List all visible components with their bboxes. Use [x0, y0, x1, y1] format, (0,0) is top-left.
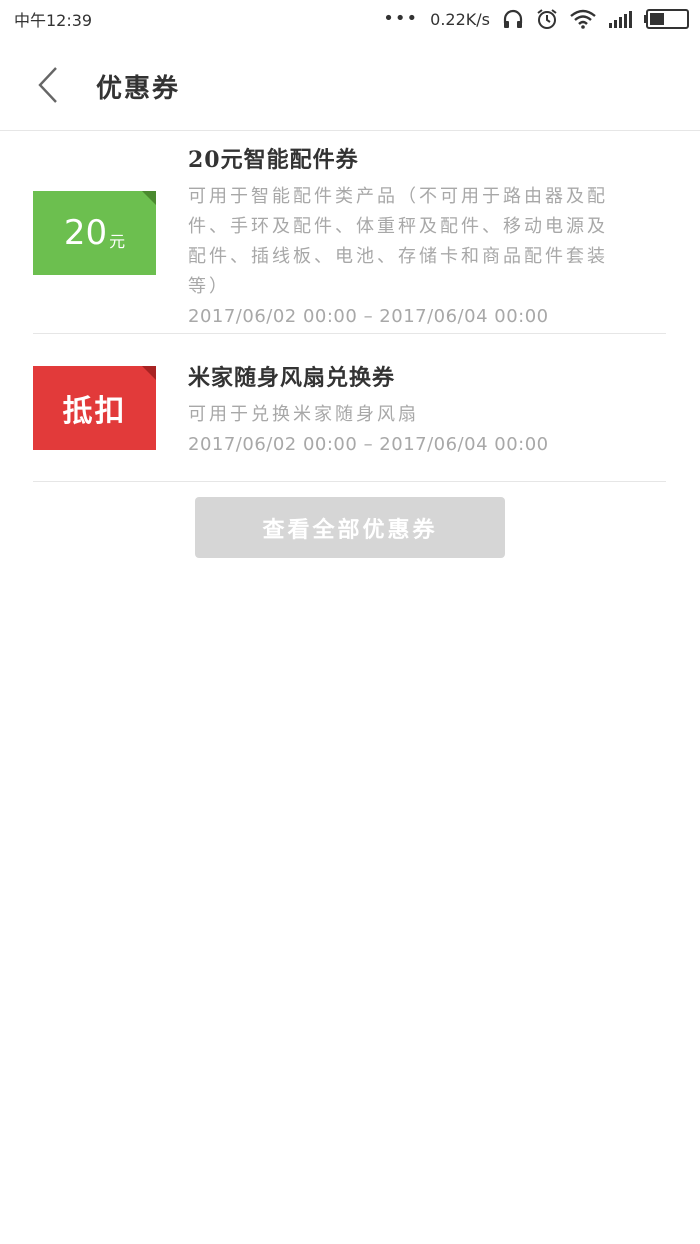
- coupon-title: 米家随身风扇兑换券: [188, 365, 396, 391]
- badge-unit: 元: [109, 232, 126, 251]
- headset-icon: [502, 9, 524, 29]
- wifi-icon: [570, 9, 596, 29]
- net-speed: 0.22K/s: [430, 9, 490, 29]
- more-dots: •••: [383, 8, 419, 29]
- coupon-badge: 抵扣: [33, 366, 156, 450]
- back-button[interactable]: [30, 64, 66, 106]
- screen: 中午12:39 ••• 0.22K/s 优惠券 20 元 20元智能配件券 可用…: [0, 0, 700, 1244]
- coupon-title: 20元智能配件券: [188, 147, 359, 173]
- status-bar: 中午12:39 ••• 0.22K/s: [0, 0, 700, 38]
- battery-icon: [644, 9, 690, 29]
- coupon-description: 可用于兑换米家随身风扇: [188, 404, 419, 425]
- coupon-validity: 2017/06/02 00:00 – 2017/06/04 00:00: [188, 434, 549, 455]
- page-title: 优惠券: [96, 74, 181, 104]
- badge-fold: [142, 366, 156, 380]
- status-time: 中午12:39: [14, 11, 93, 30]
- chevron-left-icon: [38, 67, 57, 103]
- badge-text: 抵扣: [62, 394, 127, 429]
- signal-icon: [608, 10, 632, 28]
- coupon-info: 米家随身风扇兑换券 可用于兑换米家随身风扇 2017/06/02 00:00 –…: [188, 360, 666, 455]
- coupon-description: 可用于智能配件类产品（不可用于路由器及配件、手环及配件、体重秤及配件、移动电源及…: [188, 186, 608, 297]
- coupon-item[interactable]: 抵扣 米家随身风扇兑换券 可用于兑换米家随身风扇 2017/06/02 00:0…: [33, 334, 666, 482]
- coupon-validity: 2017/06/02 00:00 – 2017/06/04 00:00: [188, 306, 549, 327]
- view-all-coupons-button[interactable]: 查看全部优惠券: [195, 497, 505, 558]
- coupon-item[interactable]: 20 元 20元智能配件券 可用于智能配件类产品（不可用于路由器及配件、手环及配…: [33, 132, 666, 334]
- coupon-badge: 20 元: [33, 191, 156, 275]
- alarm-icon: [536, 8, 558, 30]
- badge-fold: [142, 191, 156, 205]
- status-icons: ••• 0.22K/s: [383, 8, 690, 30]
- coupon-info: 20元智能配件券 可用于智能配件类产品（不可用于路由器及配件、手环及配件、体重秤…: [188, 142, 666, 327]
- badge-amount: 20: [63, 213, 108, 253]
- header: 优惠券: [0, 38, 700, 131]
